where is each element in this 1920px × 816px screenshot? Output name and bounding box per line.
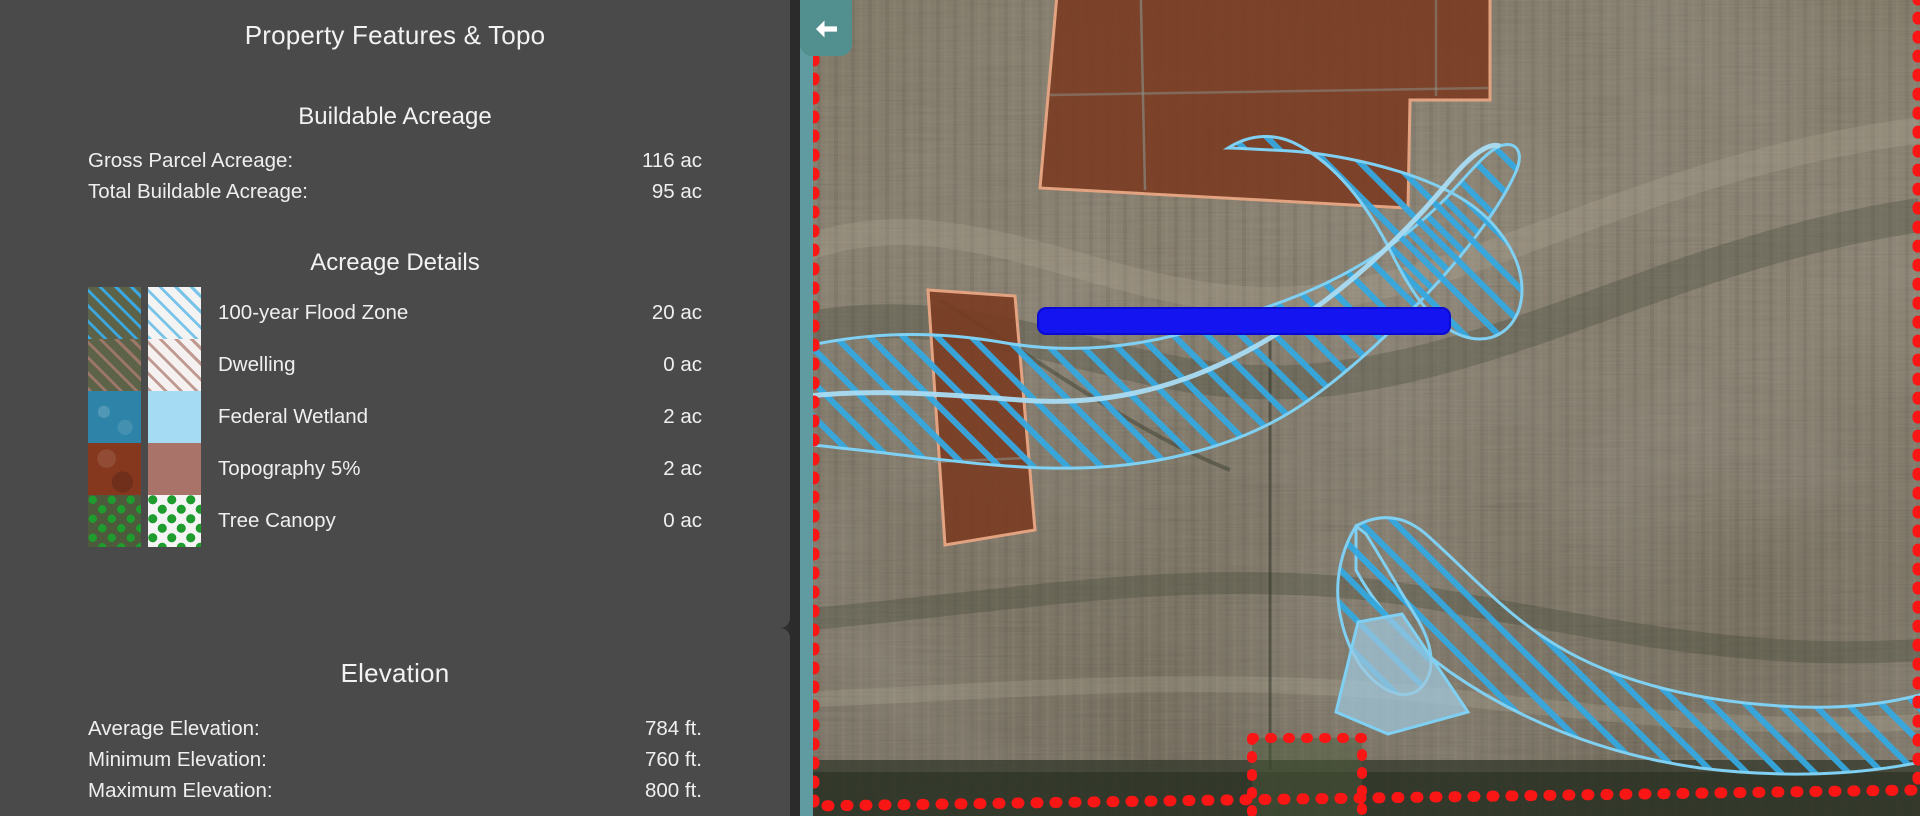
average-elevation-value: 784 ft. xyxy=(645,717,702,740)
page-title: Property Features & Topo xyxy=(244,20,546,50)
acreage-details-heading: Acreage Details xyxy=(310,249,480,276)
federal-wetland-map-swatch-icon xyxy=(88,391,141,443)
dwelling-legend-swatch-icon xyxy=(148,339,201,391)
buildable-acreage-list: Gross Parcel Acreage: 116 ac Total Build… xyxy=(0,145,790,207)
back-button[interactable] xyxy=(800,0,852,56)
minimum-elevation-label: Minimum Elevation: xyxy=(88,748,267,771)
minimum-elevation-value: 760 ft. xyxy=(645,748,702,771)
federal-wetland-label: Federal Wetland xyxy=(218,405,369,428)
list-item[interactable]: Federal Wetland 2 ac xyxy=(88,391,702,443)
aerial-map-viewport[interactable] xyxy=(800,0,1920,816)
buildable-acreage-heading: Buildable Acreage xyxy=(298,103,492,130)
flood-zone-map-swatch-icon xyxy=(88,287,141,339)
topography-map-swatch-icon xyxy=(88,443,141,495)
tree-canopy-label: Tree Canopy xyxy=(218,509,336,532)
maximum-elevation-label: Maximum Elevation: xyxy=(88,779,273,802)
total-buildable-acreage-label: Total Buildable Acreage: xyxy=(88,180,308,203)
property-sidebar: Property Features & Topo Buildable Acrea… xyxy=(0,0,790,816)
dwelling-value: 0 ac xyxy=(663,353,702,376)
arrow-left-icon xyxy=(813,18,839,40)
list-item[interactable]: Tree Canopy 0 ac xyxy=(88,495,702,547)
elevation-panel: Elevation Average Elevation: 784 ft. Min… xyxy=(0,628,790,816)
list-item: Gross Parcel Acreage: 116 ac xyxy=(88,145,702,176)
dwelling-map-swatch-icon xyxy=(88,339,141,391)
topography-legend-swatch-icon xyxy=(148,443,201,495)
list-item[interactable]: Dwelling 0 ac xyxy=(88,339,702,391)
measurement-bar[interactable] xyxy=(1037,307,1451,335)
list-item[interactable]: Topography 5% 2 ac xyxy=(88,443,702,495)
maximum-elevation-value: 800 ft. xyxy=(645,779,702,802)
tree-canopy-legend-swatch-icon xyxy=(148,495,201,547)
elevation-heading: Elevation xyxy=(340,658,450,688)
elevation-list: Average Elevation: 784 ft. Minimum Eleva… xyxy=(0,713,790,806)
federal-wetland-value: 2 ac xyxy=(663,405,702,428)
dwelling-label: Dwelling xyxy=(218,353,296,376)
list-item: Average Elevation: 784 ft. xyxy=(88,713,702,744)
list-item[interactable]: 100-year Flood Zone 20 ac xyxy=(88,287,702,339)
map-left-edge-accent xyxy=(800,0,813,816)
list-item: Total Buildable Acreage: 95 ac xyxy=(88,176,702,207)
tree-canopy-map-swatch-icon xyxy=(88,495,141,547)
acreage-details-list: 100-year Flood Zone 20 ac Dwelling 0 ac … xyxy=(0,287,790,547)
flood-zone-legend-swatch-icon xyxy=(148,287,201,339)
topography-value: 2 ac xyxy=(663,457,702,480)
map-canvas[interactable] xyxy=(800,0,1920,816)
tree-canopy-value: 0 ac xyxy=(663,509,702,532)
gross-parcel-acreage-label: Gross Parcel Acreage: xyxy=(88,149,294,172)
property-features-topo-screen: Property Features & Topo Buildable Acrea… xyxy=(0,0,1920,816)
total-buildable-acreage-value: 95 ac xyxy=(651,180,702,203)
topography-label: Topography 5% xyxy=(218,457,361,480)
flood-zone-value: 20 ac xyxy=(651,301,702,324)
list-item: Maximum Elevation: 800 ft. xyxy=(88,775,702,806)
gross-parcel-acreage-value: 116 ac xyxy=(641,149,702,172)
features-panel: Property Features & Topo Buildable Acrea… xyxy=(0,0,790,628)
flood-zone-label: 100-year Flood Zone xyxy=(218,301,409,324)
list-item: Minimum Elevation: 760 ft. xyxy=(88,744,702,775)
average-elevation-label: Average Elevation: xyxy=(88,717,260,740)
federal-wetland-legend-swatch-icon xyxy=(148,391,201,443)
